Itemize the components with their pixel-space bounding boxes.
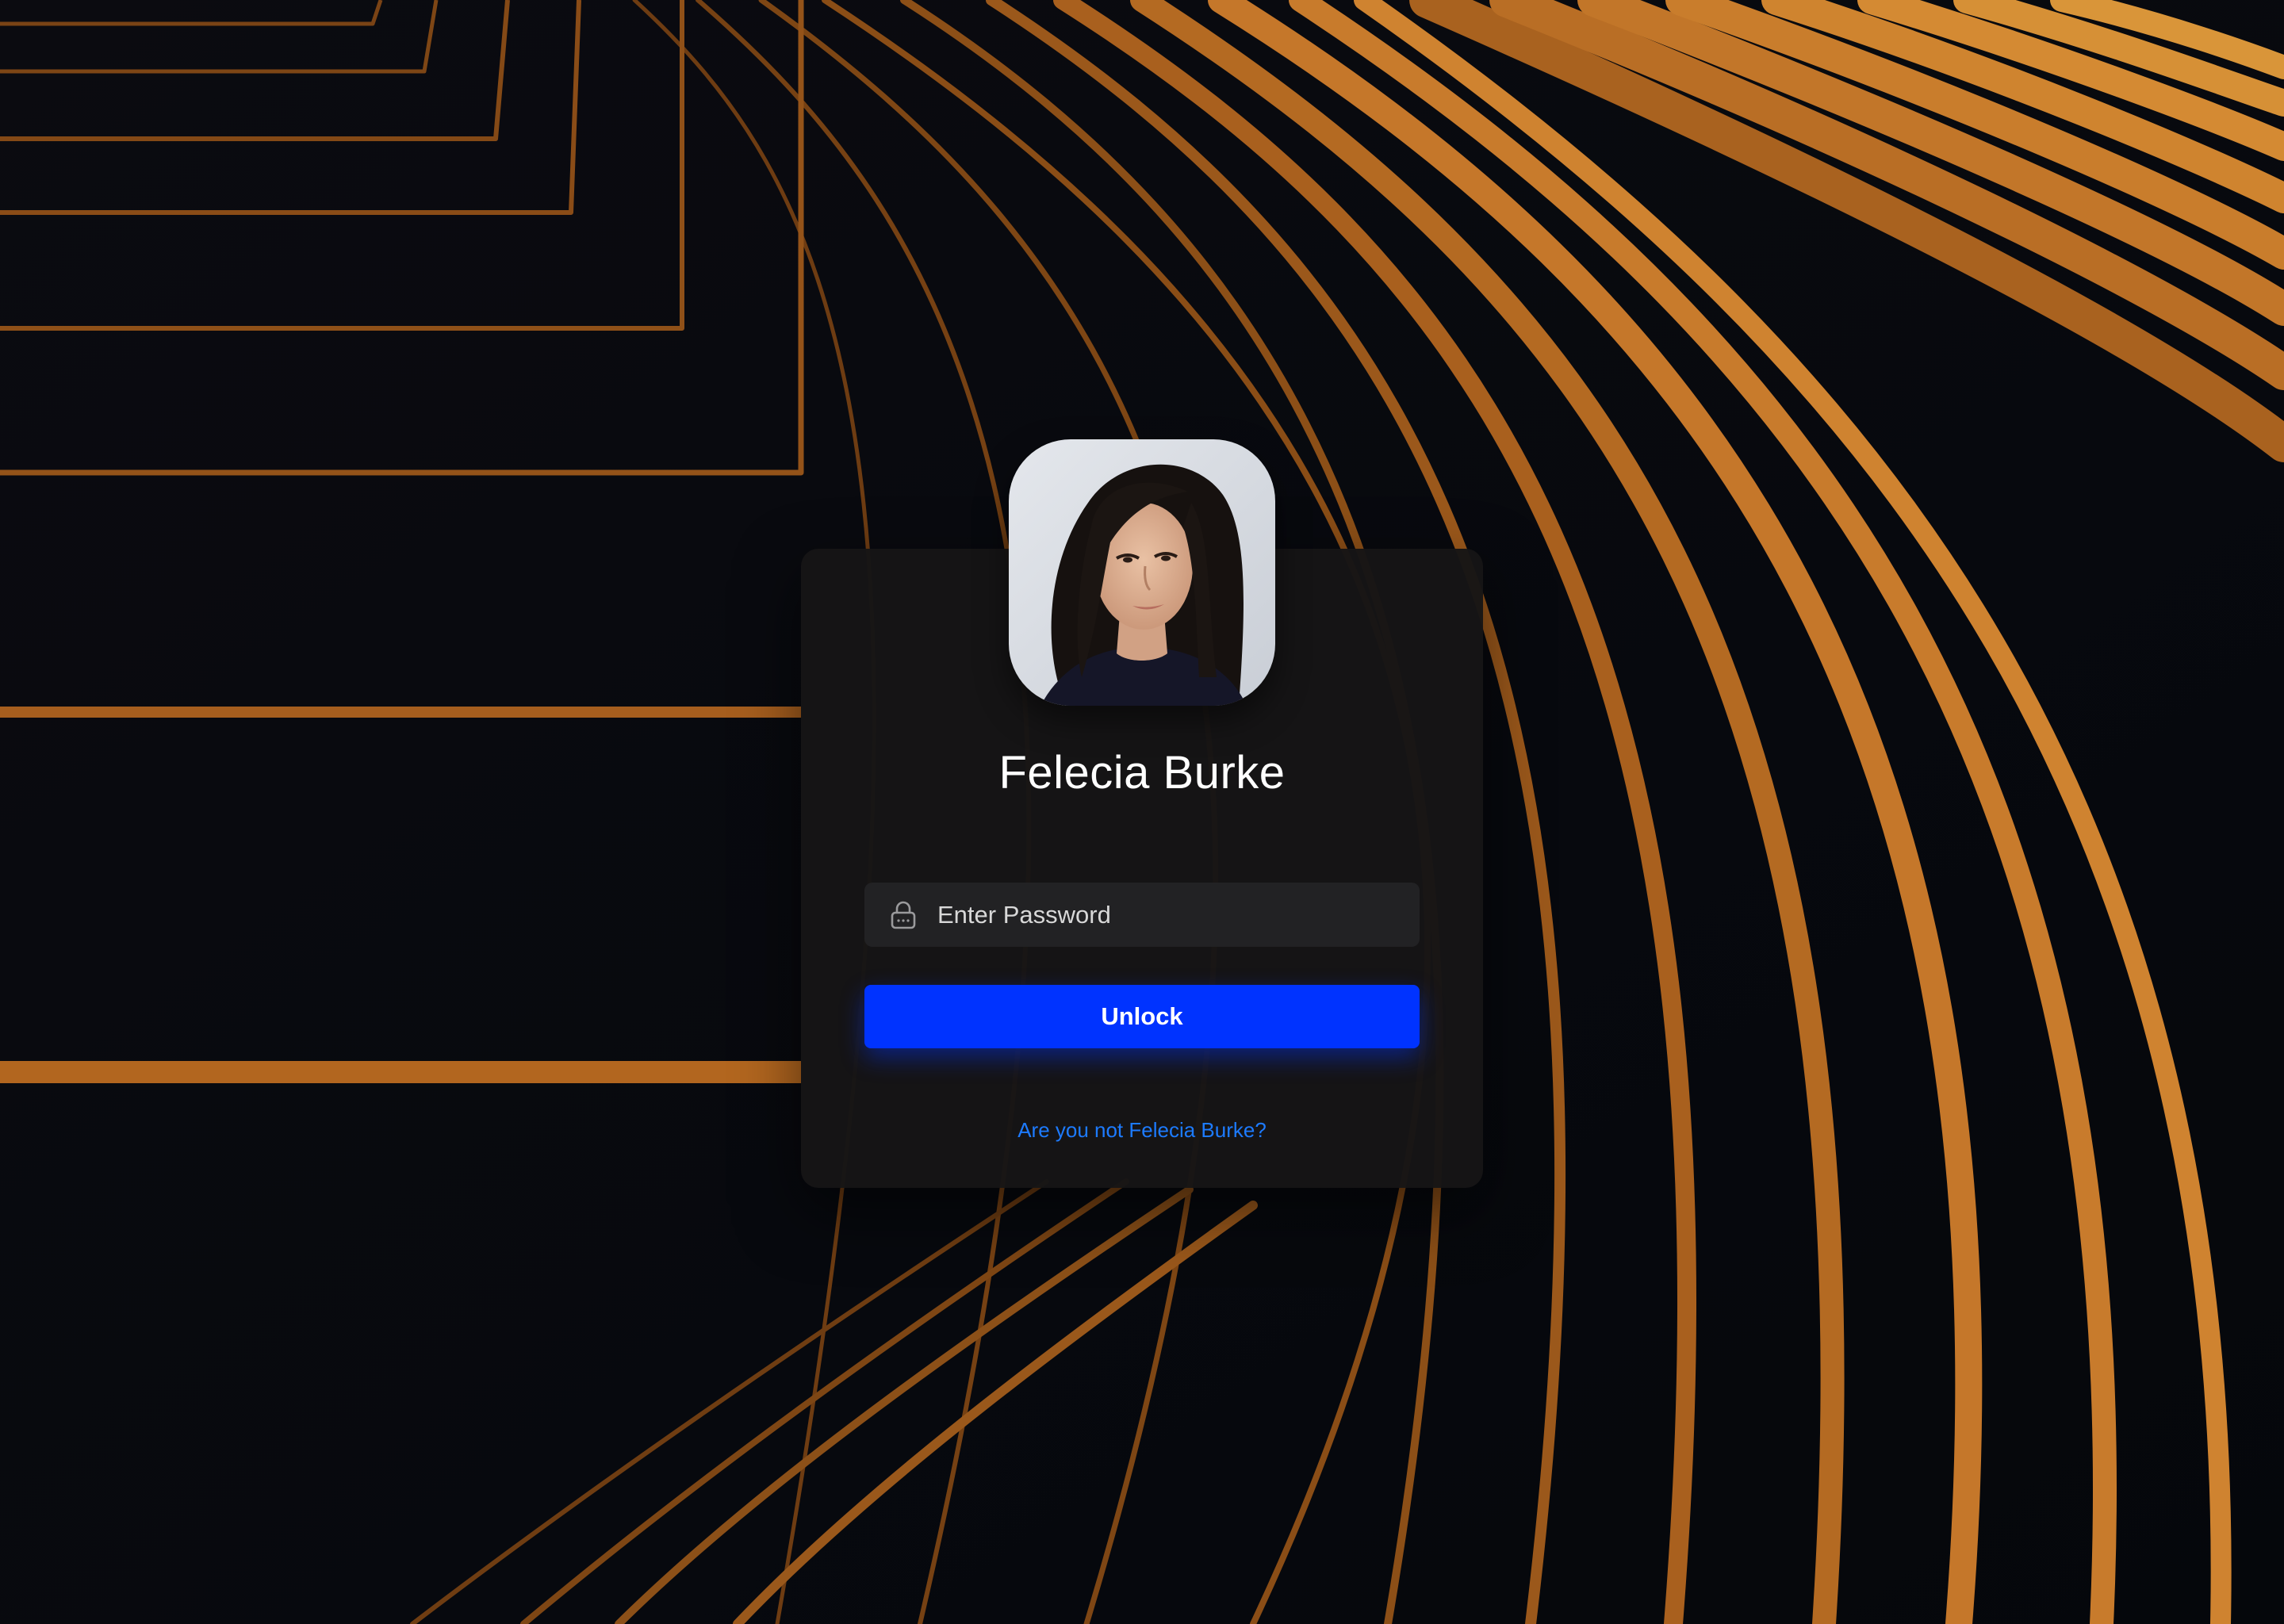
lock-screen: Felecia Burke Unlock Are you not Felecia… bbox=[0, 0, 2284, 1624]
password-input[interactable] bbox=[937, 883, 1405, 947]
switch-user-link[interactable]: Are you not Felecia Burke? bbox=[801, 1118, 1483, 1143]
password-field[interactable] bbox=[864, 883, 1420, 947]
unlock-button[interactable]: Unlock bbox=[864, 985, 1420, 1048]
user-avatar bbox=[1009, 439, 1275, 706]
user-name-label: Felecia Burke bbox=[998, 747, 1286, 799]
lock-icon bbox=[891, 901, 916, 929]
